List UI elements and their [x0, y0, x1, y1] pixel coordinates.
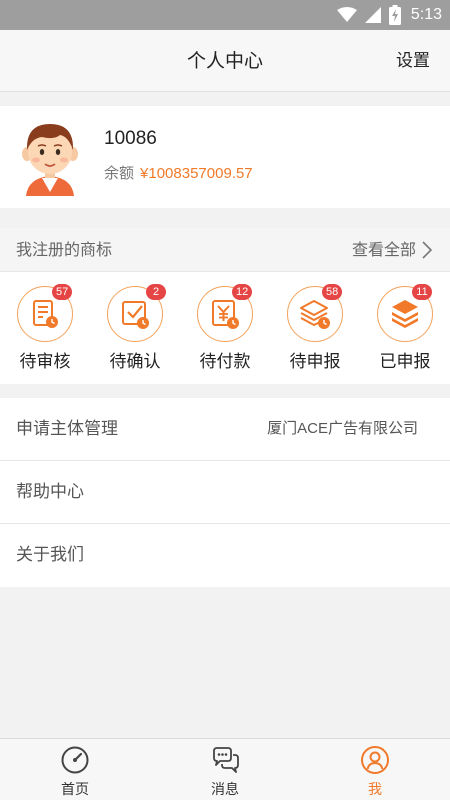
count-badge: 58 [322, 284, 343, 300]
status-item-label: 待付款 [199, 352, 251, 372]
menu-item-label: 帮助中心 [16, 482, 84, 502]
status-item-label: 待确认 [109, 352, 161, 372]
status-item-label: 待审核 [19, 352, 71, 372]
menu-item-label: 申请主体管理 [16, 419, 118, 439]
chevron-right-icon [422, 241, 432, 259]
nav-item-label: 我 [368, 782, 382, 798]
applicant-company-value: 厦门ACE广告有限公司 [267, 420, 418, 437]
status-icons: 5:13 [336, 5, 442, 25]
status-item-pending-payment[interactable]: 12 待付款 [180, 284, 270, 372]
status-item-pending-filing[interactable]: 58 待申报 [270, 284, 360, 372]
view-all-link[interactable]: 查看全部 [352, 228, 432, 272]
chat-bubbles-icon [213, 747, 239, 773]
nav-item-messages[interactable]: 消息 [150, 739, 300, 800]
balance-amount: ¥1008357009.57 [140, 165, 253, 182]
trademark-section-label: 我注册的商标 [16, 240, 113, 259]
battery-charging-icon [388, 5, 401, 25]
count-badge: 57 [52, 284, 73, 300]
count-badge: 11 [412, 284, 432, 300]
menu-item-label: 关于我们 [16, 545, 84, 565]
status-item-label: 待申报 [289, 352, 341, 372]
nav-item-me[interactable]: 我 [300, 739, 450, 800]
compass-icon [61, 746, 89, 774]
bottom-nav: 首页 消息 我 [0, 738, 450, 800]
header: 个人中心 设置 [0, 30, 450, 92]
wifi-icon [336, 7, 357, 22]
menu-item-about-us[interactable]: 关于我们 [0, 524, 450, 587]
count-badge: 2 [146, 284, 166, 300]
status-item-pending-review[interactable]: 57 待审核 [0, 284, 90, 372]
status-time: 5:13 [410, 6, 442, 23]
signal-icon [364, 7, 381, 23]
trademark-section: 我注册的商标 查看全部 57 待审核 2 待确认 12 待付款 58 待申报 1… [0, 228, 450, 384]
status-bar: 5:13 [0, 0, 450, 30]
nav-item-label: 首页 [61, 782, 89, 798]
count-badge: 12 [232, 284, 253, 300]
status-item-filed[interactable]: 11 已申报 [360, 284, 450, 372]
balance-label: 余额 [104, 164, 135, 182]
view-all-label: 查看全部 [351, 240, 416, 259]
nav-item-home[interactable]: 首页 [0, 739, 150, 800]
nav-item-label: 消息 [211, 782, 239, 798]
trademark-section-header: 我注册的商标 查看全部 [0, 228, 450, 272]
profile-card[interactable]: 10086 余额 ¥1008357009.57 [0, 106, 450, 208]
user-icon [361, 746, 389, 774]
status-item-pending-confirm[interactable]: 2 待确认 [90, 284, 180, 372]
menu-item-help-center[interactable]: 帮助中心 [0, 461, 450, 524]
settings-button[interactable]: 设置 [396, 30, 430, 92]
username: 10086 [104, 128, 157, 149]
menu-item-applicant-management[interactable]: 申请主体管理 厦门ACE广告有限公司 [0, 398, 450, 461]
avatar [22, 124, 78, 196]
menu-list: 申请主体管理 厦门ACE广告有限公司 帮助中心 关于我们 [0, 398, 450, 587]
page-title: 个人中心 [186, 50, 263, 72]
balance: 余额 ¥1008357009.57 [104, 162, 253, 183]
status-item-label: 已申报 [379, 352, 431, 372]
trademark-status-row: 57 待审核 2 待确认 12 待付款 58 待申报 11 已申报 [0, 284, 450, 372]
